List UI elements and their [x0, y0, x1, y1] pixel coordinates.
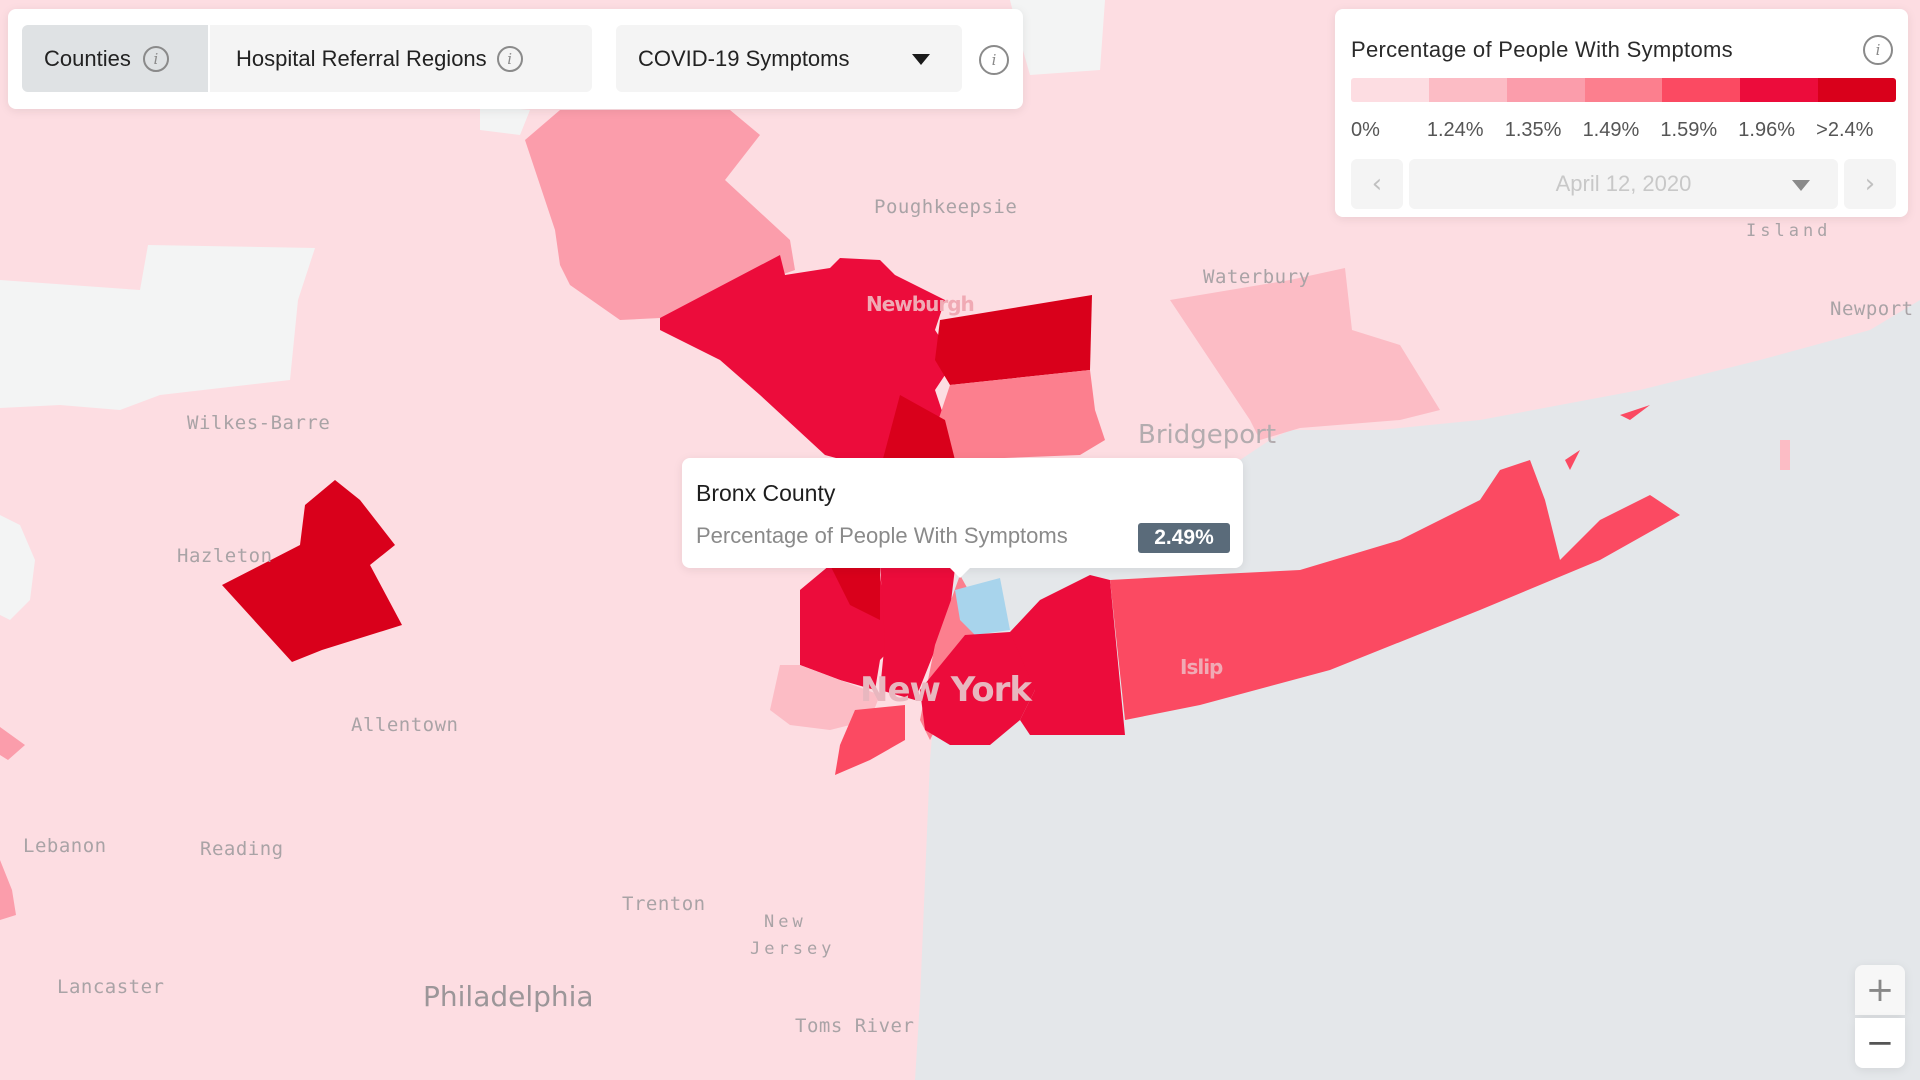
legend-tick-label: 1.49% — [1582, 119, 1640, 141]
state-label-new-jersey-line2: Jersey — [750, 939, 836, 959]
legend-swatch — [1740, 78, 1819, 102]
metric-info-icon[interactable]: i — [979, 45, 1009, 75]
city-label-lebanon: Lebanon — [23, 835, 107, 857]
zoom-in-button[interactable]: + — [1855, 965, 1905, 1015]
city-label-new-york: New York — [860, 670, 1032, 710]
metric-select[interactable]: COVID-19 Symptoms — [616, 25, 962, 92]
tooltip-metric-label: Percentage of People With Symptoms — [696, 523, 1068, 548]
date-selector: ‹ April 12, 2020 › — [1351, 159, 1896, 209]
legend-swatch — [1428, 78, 1507, 102]
legend-swatch — [1506, 78, 1585, 102]
legend-tick-label: 1.35% — [1504, 119, 1562, 141]
next-date-button[interactable]: › — [1844, 159, 1896, 209]
city-label-toms-river: Toms River — [795, 1015, 915, 1037]
legend-swatch — [1351, 78, 1429, 102]
caret-down-icon — [1792, 180, 1810, 191]
city-label-islip: Islip — [1180, 655, 1223, 679]
plus-icon: + — [1865, 970, 1895, 1010]
city-label-reading: Reading — [200, 838, 284, 860]
city-label-philadelphia: Philadelphia — [423, 980, 594, 1013]
caret-down-icon — [912, 54, 930, 65]
legend-swatch — [1818, 78, 1896, 102]
chevron-right-icon: › — [1864, 169, 1876, 199]
legend-color-scale — [1351, 78, 1896, 102]
legend-ticks: 0% 1.24% 1.35% 1.49% 1.59% 1.96% >2.4% — [1351, 119, 1896, 143]
city-label-newport: Newport — [1830, 298, 1914, 320]
city-label-trenton: Trenton — [622, 893, 706, 915]
tab-hrr-label: Hospital Referral Regions — [236, 45, 487, 71]
info-icon[interactable]: i — [142, 45, 169, 72]
legend-tick-label: 1.96% — [1738, 119, 1795, 141]
city-label-poughkeepsie: Poughkeepsie — [874, 196, 1018, 218]
tooltip-value-badge: 2.49% — [1138, 523, 1230, 553]
legend-panel: Percentage of People With Symptoms i 0% 1… — [1335, 9, 1908, 217]
city-label-wilkes-barre: Wilkes-Barre — [187, 412, 331, 434]
tab-counties-label: Counties — [44, 45, 131, 71]
minus-icon: − — [1865, 1023, 1895, 1063]
legend-swatch — [1584, 78, 1663, 102]
city-label-hazleton: Hazleton — [177, 545, 273, 567]
legend-tick-label: 1.24% — [1426, 119, 1484, 141]
chevron-left-icon: ‹ — [1371, 169, 1383, 199]
city-label-island: Island — [1746, 221, 1832, 241]
date-value: April 12, 2020 — [1555, 171, 1692, 196]
region-toolbar: Counties i Hospital Referral Regions i C… — [8, 9, 1023, 109]
city-label-lancaster: Lancaster — [57, 976, 165, 998]
prev-date-button[interactable]: ‹ — [1351, 159, 1403, 209]
legend-info-icon[interactable]: i — [1863, 35, 1893, 65]
county-sliver[interactable] — [1780, 440, 1790, 470]
state-label-new-jersey-line1: New — [764, 912, 807, 932]
city-label-newburgh: Newburgh — [866, 292, 975, 316]
tooltip-region-name: Bronx County — [696, 480, 836, 506]
metric-select-value: COVID-19 Symptoms — [638, 45, 850, 71]
date-dropdown[interactable]: April 12, 2020 — [1409, 159, 1838, 209]
legend-tick-label: >2.4% — [1816, 119, 1874, 141]
city-label-allentown: Allentown — [351, 714, 459, 736]
county-tooltip: Bronx County Percentage of People With S… — [682, 458, 1243, 578]
legend-tick-label: 1.59% — [1660, 119, 1718, 141]
tab-counties[interactable]: Counties i — [22, 25, 208, 92]
zoom-out-button[interactable]: − — [1855, 1018, 1905, 1068]
city-label-waterbury: Waterbury — [1203, 266, 1311, 288]
info-icon[interactable]: i — [496, 45, 523, 72]
legend-tick-label: 0% — [1351, 119, 1380, 141]
tab-hospital-referral-regions[interactable]: Hospital Referral Regions i — [210, 25, 592, 92]
legend-swatch — [1662, 78, 1741, 102]
city-label-bridgeport: Bridgeport — [1138, 420, 1277, 450]
legend-title: Percentage of People With Symptoms — [1351, 37, 1733, 62]
